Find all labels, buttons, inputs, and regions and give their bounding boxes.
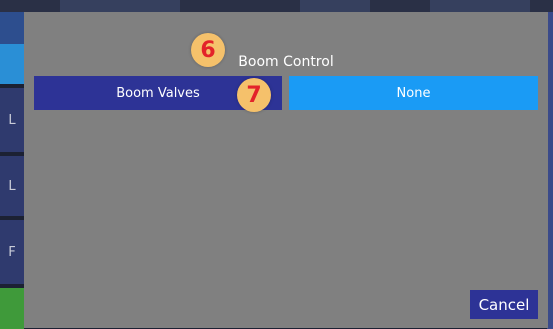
boom-control-dialog: Boom Control Boom Valves None Cancel — [24, 12, 548, 328]
background-tile: L — [0, 88, 24, 152]
background-tile: L — [0, 156, 24, 216]
cancel-label: Cancel — [478, 295, 530, 314]
step-marker-7: 7 — [237, 78, 271, 112]
background-top-strip — [430, 0, 530, 12]
background-tile: F — [0, 220, 24, 284]
cancel-button[interactable]: Cancel — [470, 290, 538, 319]
background-top-bar — [0, 0, 553, 12]
background-top-strip — [60, 0, 180, 12]
background-tile — [0, 288, 24, 329]
step-marker-6: 6 — [191, 33, 225, 67]
background-tile — [0, 12, 24, 44]
boom-valves-label: Boom Valves — [116, 85, 200, 101]
none-label: None — [396, 85, 431, 101]
dialog-title: Boom Control — [238, 54, 334, 70]
background-top-strip — [300, 0, 370, 12]
none-button[interactable]: None — [289, 76, 538, 110]
background-tile — [0, 44, 24, 84]
